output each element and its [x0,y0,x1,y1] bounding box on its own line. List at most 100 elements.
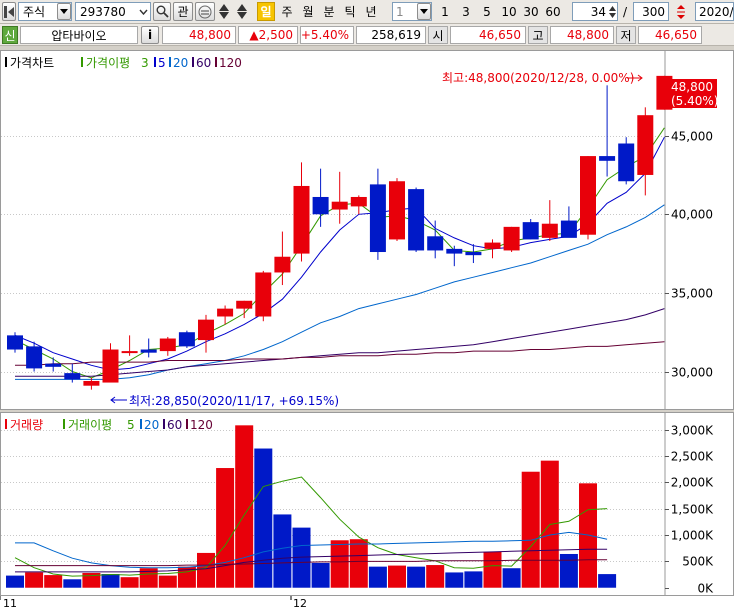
volume-bar [330,540,349,588]
stock-stepper-secondary[interactable] [235,2,249,21]
down-arrow-icon[interactable] [608,12,617,19]
volume-chart-pane[interactable]: 0K 500K 1,000K 1,500K 2,000K 2,500K 3,000K 거래량… [0,412,734,596]
period-day-button[interactable]: 일 [257,2,275,21]
candle-body [7,335,23,350]
count-stepper[interactable] [608,5,617,19]
period-minute-button[interactable]: 분 [320,2,338,21]
up-arrow-icon[interactable] [219,4,229,11]
interval-3-button[interactable]: 3 [457,2,475,21]
legend-marker [63,419,65,429]
candle-body [178,332,195,347]
candle-body [541,223,558,238]
market-type-value: 주식 [23,5,46,19]
interval-30-button[interactable]: 30 [521,2,541,21]
stock-name: 압타바이오 [20,26,138,44]
swap-icon [198,5,212,18]
price-ma-120: 120 [219,56,242,70]
candle-body [102,349,119,383]
scroll-step-control[interactable] [672,2,690,21]
volume-y-tick-label: 2,500K [671,450,714,464]
favorite-button[interactable] [195,2,215,21]
watchlist-label: 관 [177,5,189,19]
candle [580,156,596,240]
interval-3-label: 3 [462,4,470,19]
date-input[interactable]: 2020/1 [695,2,734,21]
stock-stepper[interactable] [217,2,231,21]
price-y-tick-label: 40,000 [671,208,713,222]
quote-bar: 신 압타바이오 i 48,800 ▲2,500 +5.40% 258,619 시… [0,24,734,46]
candle-body [427,236,444,251]
volume-bar [101,574,120,588]
candle-body [274,256,291,273]
current-price-badge-pct: (5.40%) [671,94,718,108]
volume-legend-title: 거래량 [10,418,43,432]
legend-marker [192,57,194,67]
down-arrow-icon[interactable] [237,12,247,19]
stock-info-label: i [147,28,153,42]
volume-bar [120,577,139,588]
volume-bar [521,471,540,588]
volume-bar [6,575,24,588]
candle-body [350,196,367,207]
display-count-input[interactable]: 34 [572,2,618,21]
volume-bar [273,514,292,588]
volume-ma-20: 20 [144,418,159,432]
down-arrow-icon[interactable] [219,12,229,19]
watchlist-button[interactable]: 관 [173,2,193,21]
candle-body [236,300,253,309]
volume-y-tick-label: 1,000K [671,529,714,543]
period-week-button[interactable]: 주 [278,2,296,21]
period-tick-button[interactable]: 틱 [341,2,359,21]
candle [236,300,253,319]
legend-marker [186,419,188,429]
up-arrow-icon[interactable] [608,5,617,12]
price-candles [7,75,673,390]
volume-bar [426,565,445,588]
chevron-down-icon[interactable] [57,3,71,20]
volume-bar [483,551,502,588]
low-price-value: 46,650 [655,28,697,42]
total-count-value: 300 [642,4,665,19]
change-percent: +5.40% [300,26,354,44]
stock-code-input[interactable]: 293780 [75,2,151,21]
period-day-label: 일 [260,5,272,19]
chevron-down-icon[interactable] [136,3,150,20]
candle [522,218,539,240]
total-count-input[interactable]: 300 [633,2,669,21]
interval-1-button[interactable]: 1 [436,2,454,21]
price-ma-label: 가격이평 [86,56,130,70]
market-type-select[interactable]: 주식 [18,2,72,21]
stock-info-button[interactable]: i [141,26,159,44]
open-label: 시 [428,26,448,44]
interval-select[interactable]: 1 [392,2,432,21]
search-button[interactable] [153,2,171,21]
open-price: 46,650 [450,26,526,44]
candle [350,195,367,215]
candle-body [503,226,520,251]
interval-10-button[interactable]: 10 [499,2,519,21]
price-chart-pane[interactable]: 30,000 35,000 40,000 45,000 가격차트 가격이평 3 5 2… [0,50,734,410]
period-year-button[interactable]: 년 [362,2,380,21]
volume-ma-60: 60 [167,418,182,432]
chevron-down-icon[interactable] [417,3,431,20]
period-month-button[interactable]: 월 [299,2,317,21]
volume-bar [349,539,368,588]
volume-y-tick-label: 500K [682,555,714,569]
candle [140,338,157,358]
open-label-text: 시 [432,28,444,43]
candle-body [83,380,100,386]
interval-5-label: 5 [483,4,491,19]
credit-badge: 신 [2,26,18,44]
candle [541,200,558,242]
candle [45,357,62,372]
interval-5-button[interactable]: 5 [478,2,496,21]
candle-body [522,222,539,240]
panel-toggle-icon[interactable] [2,2,16,21]
price-ma-60: 60 [196,56,211,70]
candle [560,206,577,238]
interval-60-button[interactable]: 60 [543,2,563,21]
up-arrow-icon[interactable] [237,4,247,11]
legend-marker [215,57,217,67]
candle [369,168,386,260]
volume-bar [44,575,63,588]
